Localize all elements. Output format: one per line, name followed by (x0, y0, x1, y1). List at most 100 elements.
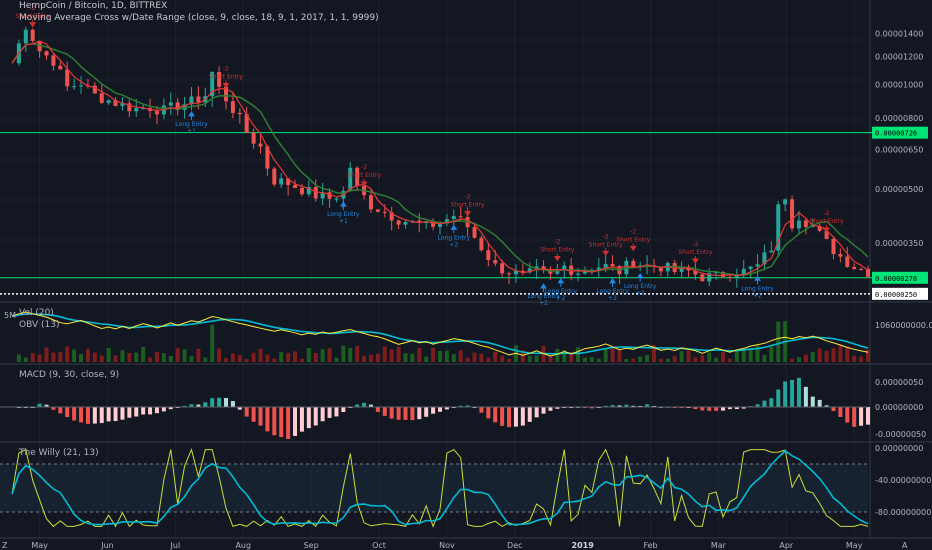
candle-body (451, 216, 456, 220)
volume-bar (424, 356, 429, 362)
willy-tick-2: -80.00000000 (875, 508, 931, 517)
macd-hist-bar (500, 407, 505, 426)
macd-hist-bar (507, 407, 512, 428)
macd-hist-bar (431, 407, 436, 414)
volume-bar (569, 353, 574, 362)
candle-body (23, 29, 28, 44)
volume-bar (244, 358, 249, 362)
candle-body (748, 266, 753, 269)
volume-bar (748, 349, 753, 362)
candle-body (44, 51, 49, 56)
macd-hist-bar (327, 407, 332, 418)
macd-hist-bar (265, 407, 270, 432)
candle-body (375, 209, 380, 212)
willy-tick-1: -40.00000000 (875, 476, 931, 485)
volume-bar (16, 354, 21, 362)
volume-bar (693, 357, 698, 362)
candle-body (79, 85, 84, 87)
short-entry-count-12: -2 (630, 228, 636, 235)
macd-hist-bar (790, 380, 795, 407)
macd-hist-bar (224, 398, 228, 407)
price-tick-3: 0.00000800 (875, 114, 923, 123)
volume-bar (362, 355, 367, 362)
candle-body (72, 86, 77, 88)
volume-bar (375, 353, 380, 362)
macd-pane[interactable]: 0.00000050 0.00000000 -0.00000050 (0, 377, 926, 439)
volume-bar (182, 349, 187, 362)
volume-bar (65, 346, 70, 362)
volume-bar (58, 351, 63, 362)
volume-bar (555, 348, 560, 362)
volume-bar (431, 347, 436, 362)
volume-bar (645, 354, 650, 362)
volume-bar (44, 347, 49, 362)
volume-bar (507, 358, 512, 362)
short-entry-count-8: -2 (554, 238, 560, 245)
macd-hist-bar (707, 407, 712, 411)
volume-bar (658, 358, 663, 362)
volume-bar (217, 348, 222, 362)
macd-hist-bar (796, 377, 801, 407)
volume-bar (852, 355, 857, 362)
macd-hist-bar (106, 407, 111, 422)
macd-hist-bar (721, 407, 726, 411)
macd-label: MACD (9, 30, close, 9) (19, 370, 120, 380)
chart-title: HempCoin / Bitcoin, 1D, BITTREX (19, 1, 168, 11)
volume-bar (776, 321, 781, 362)
time-tick-4: Sep (304, 541, 319, 550)
candle-body (382, 211, 387, 213)
candle-body (299, 187, 304, 195)
macd-hist-bar (389, 407, 394, 419)
macd-hist-bar (486, 407, 491, 419)
volume-bar (534, 355, 539, 362)
macd-tick-0: 0.00000050 (875, 378, 923, 387)
willy-tick-0: 0.00000000 (875, 444, 923, 453)
candle-body (479, 237, 484, 251)
short-entry-arrow-12 (629, 243, 637, 252)
price-tick-0: 0.00001400 (875, 29, 923, 38)
volume-bar (769, 346, 774, 362)
obv-line (11, 311, 869, 357)
candle-body (258, 143, 263, 147)
volume-bar (444, 350, 449, 362)
volume-bar (203, 357, 208, 362)
long-entry-label-3: Long Entry (327, 211, 360, 218)
volume-bar (576, 347, 581, 362)
volume-bar (92, 352, 97, 362)
long-entry-count-5: +2 (449, 241, 458, 248)
price-pane[interactable]: 0.000007260.000002780.00000250-2Short En… (0, 5, 928, 307)
a-icon: A (902, 541, 908, 550)
volume-bar (106, 348, 111, 362)
candle-body (168, 102, 173, 106)
candle-body (196, 96, 201, 103)
volume-bar (465, 357, 470, 362)
volume-bar (251, 352, 256, 362)
willy-pane[interactable]: 0.00000000 -40.00000000 -80.00000000 (0, 444, 931, 528)
short-entry-label-16: Short Entry (810, 218, 844, 225)
volume-bar (258, 348, 263, 362)
volume-bar (638, 356, 643, 362)
macd-hist-bar (403, 407, 408, 420)
short-entry-label-2: Short Entry (209, 74, 243, 81)
macd-hist-bar (714, 407, 719, 411)
volume-bar (30, 353, 35, 362)
volume-pane[interactable]: 5M 1060000000.00000000 (4, 311, 932, 362)
macd-hist-bar (141, 407, 146, 415)
level-badge-text-1: 0.00000278 (875, 275, 917, 283)
volume-bar (479, 353, 484, 362)
volume-bar (154, 352, 159, 362)
chart-svg[interactable]: 0.000007260.000002780.00000250-2Short En… (0, 0, 932, 550)
macd-hist-bar (127, 407, 132, 418)
volume-bar (617, 349, 622, 362)
volume-bar (210, 324, 215, 362)
volume-bar (493, 351, 498, 362)
macd-hist-bar (776, 389, 781, 407)
volume-bar (396, 346, 401, 362)
volume-bar (603, 348, 608, 362)
time-tick-11: Apr (779, 541, 794, 550)
candle-body (403, 221, 408, 225)
macd-hist-bar (203, 402, 208, 407)
candle-body (458, 216, 463, 218)
macd-hist-bar (852, 407, 857, 427)
volume-bar (265, 354, 270, 362)
